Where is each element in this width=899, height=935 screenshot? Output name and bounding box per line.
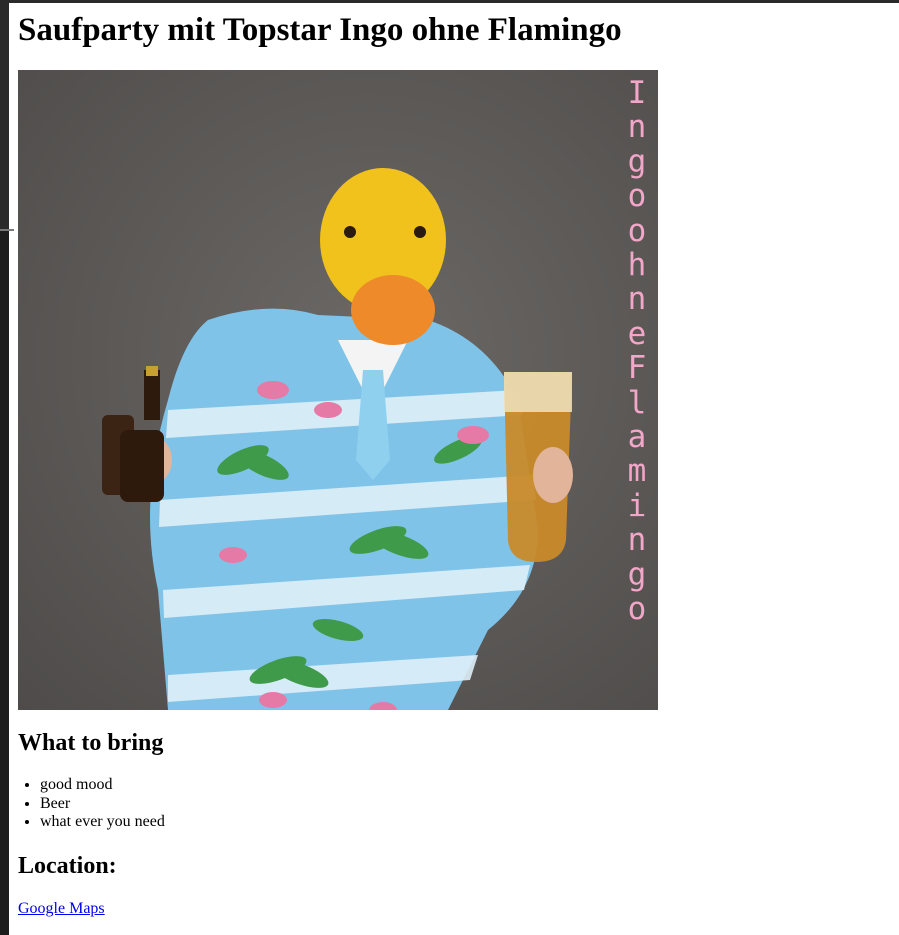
page-title: Saufparty mit Topstar Ingo ohne Flamingo bbox=[18, 12, 622, 48]
poster-illustration bbox=[102, 168, 573, 710]
window-left-divider bbox=[0, 229, 14, 231]
google-maps-link[interactable]: Google Maps bbox=[18, 899, 105, 919]
location-heading: Location: bbox=[18, 853, 117, 879]
poster-overlay-text: Ingo ohne Flamingo bbox=[627, 75, 647, 628]
window-top-border bbox=[0, 0, 899, 3]
list-item: good mood bbox=[40, 776, 165, 795]
window-left-border-lower bbox=[0, 231, 9, 935]
list-item: what ever you need bbox=[40, 813, 165, 832]
party-poster-image: Ingo ohne Flamingo bbox=[18, 70, 658, 710]
list-item: Beer bbox=[40, 795, 165, 814]
what-to-bring-heading: What to bring bbox=[18, 730, 164, 756]
bring-list: good mood Beer what ever you need bbox=[18, 776, 165, 832]
